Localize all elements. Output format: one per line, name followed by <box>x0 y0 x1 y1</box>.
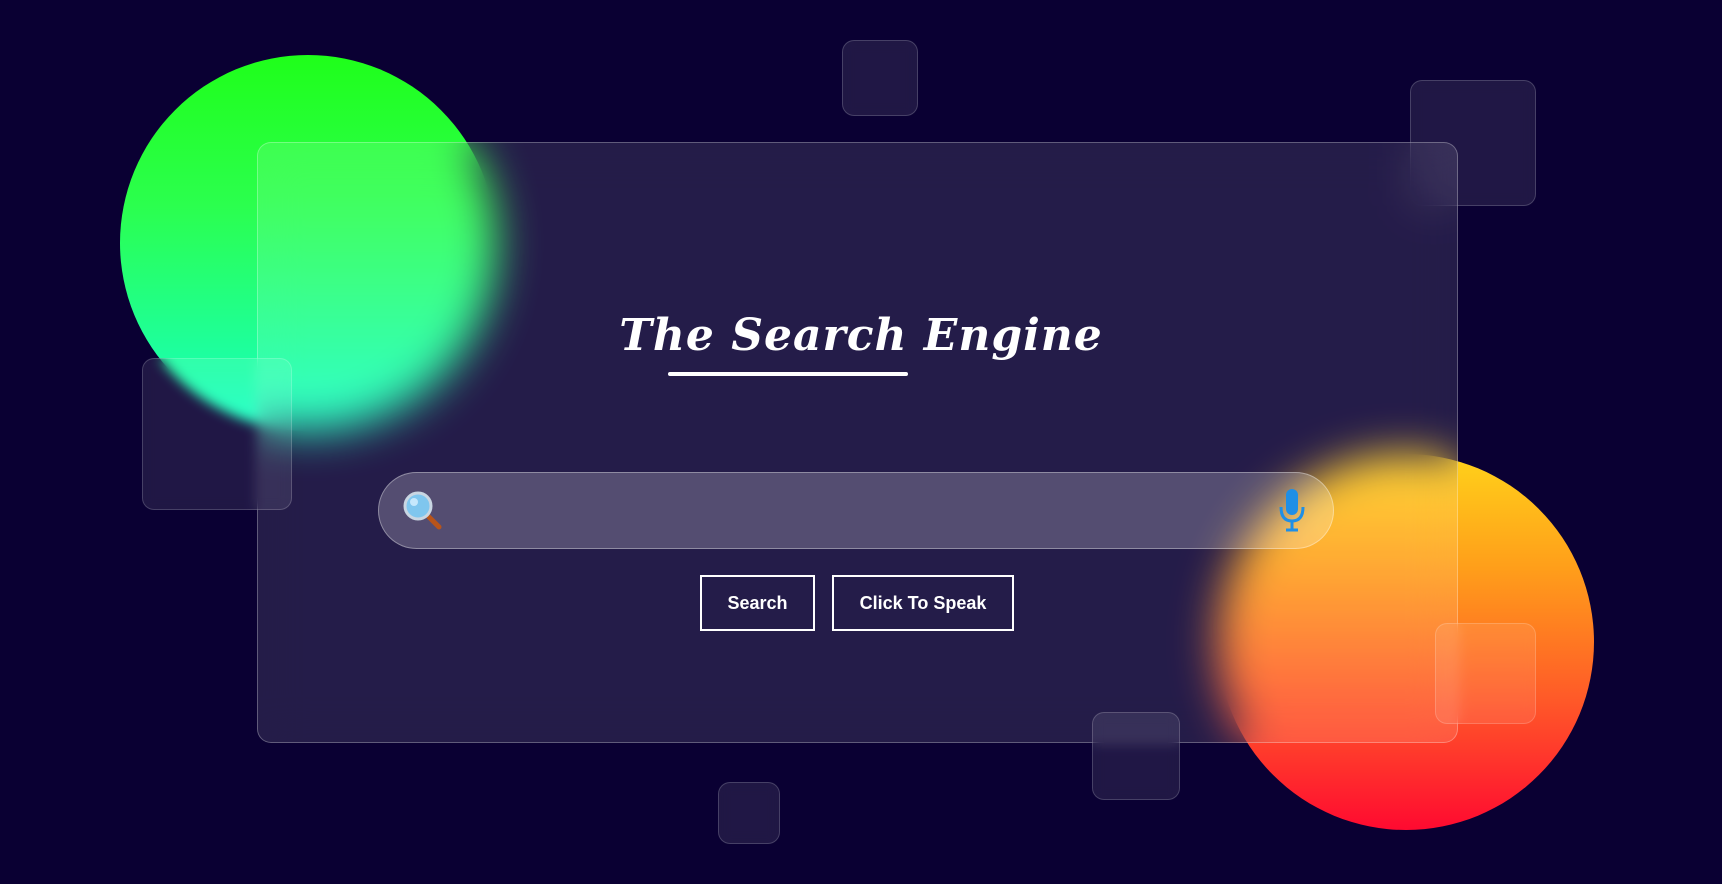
glass-tile <box>842 40 918 116</box>
page: The Search Engine Search Click To Speak <box>0 0 1722 884</box>
search-button[interactable]: Search <box>700 575 815 631</box>
search-panel <box>257 142 1458 743</box>
glass-tile <box>1435 623 1536 724</box>
title-underline <box>668 372 908 376</box>
glass-tile <box>142 358 292 510</box>
search-input[interactable] <box>459 473 1243 550</box>
magnifying-glass-icon[interactable] <box>401 489 445 533</box>
microphone-icon[interactable] <box>1277 487 1307 533</box>
search-bar <box>378 472 1334 550</box>
glass-tile <box>718 782 780 844</box>
glass-tile <box>1092 712 1180 800</box>
click-to-speak-button[interactable]: Click To Speak <box>832 575 1014 631</box>
page-title: The Search Engine <box>619 310 1103 361</box>
